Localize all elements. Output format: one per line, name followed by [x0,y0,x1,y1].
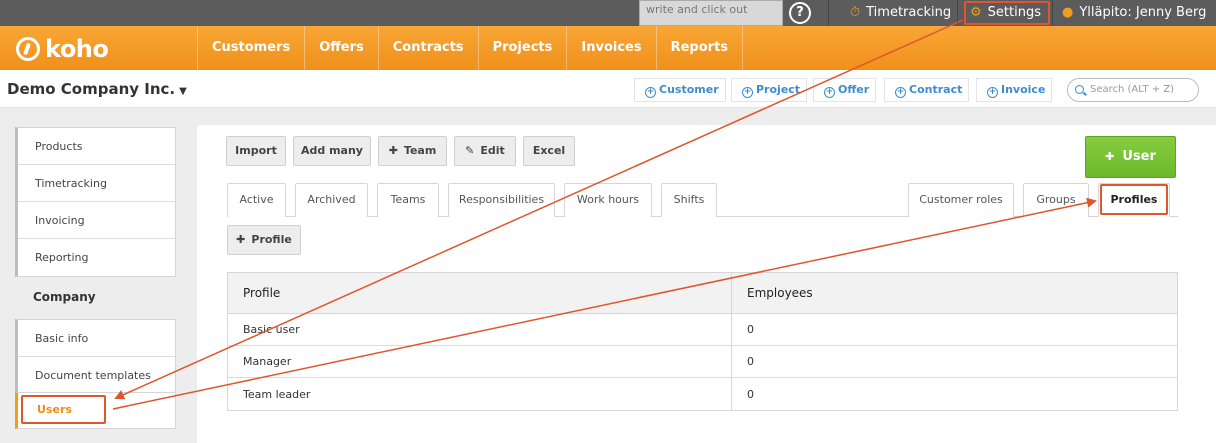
company-bar: Demo Company Inc. ▼ + Customer + Project + O… [0,70,1216,108]
sidebar-item-document-templates[interactable]: Document templates [18,357,175,394]
timetracking-link[interactable]: ⏱ Timetracking [850,0,951,26]
edit-label: Edit [480,144,505,157]
plus-circle-icon: + [987,87,998,98]
global-search-input[interactable]: Search (ALT + Z) [1067,78,1199,102]
quick-add-label: Customer [659,83,719,96]
timetracking-label: Timetracking [866,5,952,20]
sidebar-settings-group: Products Timetracking Invoicing Reportin… [15,127,176,277]
quick-add-project-button[interactable]: + Project [731,78,808,102]
tab-teams[interactable]: Teams [377,183,439,217]
quick-add-customer-button[interactable]: + Customer [634,78,726,102]
employees-cell: 0 [747,355,754,368]
help-icon[interactable]: ? [789,2,811,24]
quick-add-label: Invoice [1001,83,1046,96]
employees-cell: 0 [747,387,754,401]
stopwatch-icon: ⏱ [850,5,861,20]
sidebar-item-reporting[interactable]: Reporting [18,239,175,276]
profiles-table: Profile Employees Basic user 0 Manager 0… [227,272,1178,411]
edit-icon: ✎ [465,144,475,157]
plus-circle-icon: + [824,87,835,98]
excel-button[interactable]: Excel [523,136,575,166]
search-placeholder: Search (ALT + Z) [1090,84,1175,95]
sidebar-company-group: Basic info Document templates [15,319,176,395]
company-selector[interactable]: Demo Company Inc. ▼ [7,80,187,98]
nav-invoices[interactable]: Invoices [566,26,655,70]
table-row[interactable]: Basic user 0 [228,314,1177,346]
profile-cell: Basic user [228,314,732,345]
tab-shifts[interactable]: Shifts [661,183,717,217]
plus-icon: ✚ [236,233,246,246]
sidebar-item-products[interactable]: Products [18,128,175,165]
tab-archived[interactable]: Archived [295,183,368,217]
divider [828,0,829,26]
plus-circle-icon: + [742,87,753,98]
quick-add-offer-button[interactable]: + Offer [813,78,877,102]
divider [957,0,958,26]
plus-circle-icon: + [645,87,656,98]
table-row[interactable]: Team leader 0 [228,378,1177,410]
employees-cell: 0 [747,323,754,336]
plus-circle-icon: + [895,87,906,98]
nav-reports[interactable]: Reports [655,26,744,70]
nav-contracts[interactable]: Contracts [377,26,478,70]
profile-cell: Team leader [228,378,732,410]
table-row[interactable]: Manager 0 [228,346,1177,378]
add-team-label: Team [403,144,437,157]
tab-responsibilities[interactable]: Responsibilities [448,183,555,217]
add-team-button[interactable]: ✚ Team [378,136,447,166]
quick-add-invoice-button[interactable]: + Invoice [976,78,1053,102]
logo-text: koho [45,35,109,63]
profiles-highlight-box [1100,184,1168,215]
sidebar-item-basic-info[interactable]: Basic info [18,320,175,357]
sidebar-item-timetracking[interactable]: Timetracking [18,165,175,202]
sidebar-item-users[interactable]: Users [21,395,106,424]
add-user-button[interactable]: ✚ User [1085,136,1176,178]
tab-active[interactable]: Active [227,183,286,217]
search-icon [1075,85,1084,94]
user-menu[interactable]: ● Ylläpito: Jenny Berg [1062,0,1206,26]
quick-add-contract-button[interactable]: + Contract [884,78,970,102]
caret-down-icon: ▼ [179,86,187,97]
quick-add-label: Project [756,83,801,96]
plus-icon: ✚ [1105,150,1115,163]
plus-icon: ✚ [388,144,398,157]
column-header-employees[interactable]: Employees [732,273,1177,313]
nav-customers[interactable]: Customers [197,26,304,70]
nav-offers[interactable]: Offers [304,26,378,70]
koho-logo-icon [16,37,40,61]
tab-customer-roles[interactable]: Customer roles [908,183,1014,217]
sidebar-item-invoicing[interactable]: Invoicing [18,202,175,239]
edit-button[interactable]: ✎ Edit [454,136,516,166]
add-user-label: User [1122,149,1156,164]
profile-cell: Manager [228,346,732,377]
add-profile-label: Profile [251,233,292,246]
column-header-profile[interactable]: Profile [228,273,732,313]
tab-groups[interactable]: Groups [1023,183,1089,217]
add-profile-button[interactable]: ✚ Profile [227,225,301,255]
divider [1052,0,1053,26]
nav-projects[interactable]: Projects [477,26,567,70]
settings-highlight-box [964,1,1050,25]
koho-logo[interactable]: koho [16,35,109,63]
add-many-button[interactable]: Add many [293,136,371,166]
table-header: Profile Employees [228,273,1177,314]
user-name-label: Ylläpito: Jenny Berg [1079,5,1207,20]
quick-add-label: Offer [838,83,870,96]
tab-work-hours[interactable]: Work hours [564,183,652,217]
user-icon: ● [1062,5,1074,20]
quick-add-label: Contract [909,83,963,96]
import-button[interactable]: Import [226,136,286,166]
top-search-input[interactable]: write and click out [639,0,783,26]
main-navigation: koho Customers Offers Contracts Projects… [0,26,1216,70]
company-name: Demo Company Inc. [7,80,176,98]
sidebar-heading-company: Company [33,290,96,304]
